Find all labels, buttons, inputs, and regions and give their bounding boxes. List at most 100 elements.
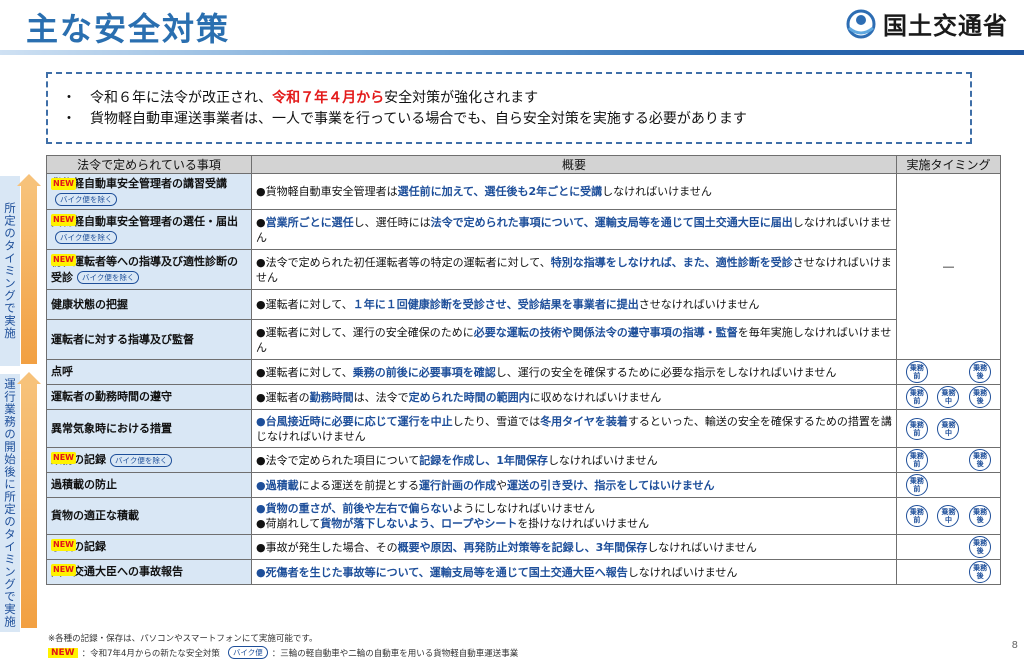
table-row: 異常気象時における措置 ●台風接近時に必要に応じて運行を中止したり、雪道では冬用タ… [46, 409, 1001, 448]
footnote-1: ※各種の記録・保存は、パソコンやスマートフォンにて実施可能です。 [48, 634, 318, 644]
body-text: ●貨物軽自動車安全管理者は [256, 185, 398, 198]
page-header: 主な安全対策 国土交通省 [0, 0, 1024, 58]
body-text: ●法令で定められた初任運転者等の特定の運転者に対して、 [256, 255, 551, 269]
badge-phase-text: 前 [913, 516, 921, 524]
ministry-name: 国土交通省 [883, 12, 1008, 40]
body-text: ●事故が発生した場合、その [256, 540, 398, 554]
item-label: 貨物の適正な積載 [51, 509, 139, 522]
item-cell: NEW 事故の記録 [46, 534, 252, 560]
table-row: NEW 貨物軽自動車安全管理者の講習受講バイク便を除く ●貨物軽自動車安全管理者は選… [46, 173, 1001, 360]
item-cell: NEW 貨物軽自動車安全管理者の講習受講バイク便を除く [46, 173, 252, 210]
body-text: しなければいけません [547, 453, 658, 467]
item-cell: NEW 業務の記録 バイク便を除く [46, 447, 252, 473]
summary-cell: ●死傷者を生じた事故等について、運輸支局等を通じて国土交通大臣へ報告しなければい… [251, 559, 897, 585]
item-cell: 異常気象時における措置 [46, 409, 252, 448]
bike-exclusion-badge: バイク便を除く [77, 271, 140, 284]
item-label: 過積載の防止 [51, 478, 117, 491]
badge-phase-text: 後 [976, 516, 984, 524]
badge-phase-text: 前 [913, 372, 921, 380]
bullet: ・ [62, 111, 76, 127]
item-label: 貨物軽自動車安全管理者の選任・届出 [51, 214, 238, 228]
summary-line-1: ・令和６年に法令が改正され、令和７年４月から安全対策が強化されます [62, 88, 970, 109]
body-text: ●運転者の [256, 390, 310, 404]
header-summary: 概要 [251, 155, 897, 174]
badge-phase-text: 後 [976, 547, 984, 555]
emphasis-text: 貨物が落下しないよう、ロープやシート [320, 517, 518, 530]
summary-cell: ●貨物の重さが、前後や左右で偏らないようにしなければいけません ●荷崩れして貨物が… [251, 497, 897, 535]
new-badge: NEW [51, 254, 76, 266]
emphasis-text: 概要や原因、再発防止対策等を記録し、3年間保存 [397, 540, 648, 554]
summary-text: 貨物軽自動車運送事業者は、一人で事業を行っている場合でも、自ら安全対策を実施する… [90, 111, 747, 127]
body-text: による運送を前提とする [298, 478, 419, 492]
badge-top-text: 乗務 [909, 420, 924, 429]
body-text: は、法令で [353, 390, 409, 404]
new-badge: NEW [51, 564, 76, 576]
badge-phase-text: 中 [944, 516, 952, 524]
emphasis-text: 法令で定められた事項について、運輸支局等を通じて国土交通大臣に届出 [430, 215, 793, 229]
badge-phase-text: 前 [913, 397, 921, 405]
badge-phase-text: 中 [944, 397, 952, 405]
new-badge: NEW [51, 539, 76, 551]
item-label: 点呼 [51, 365, 73, 378]
badge-top-text: 乗務 [973, 452, 988, 460]
table-row: NEW 事故の記録 ●事故が発生した場合、その概要や原因、再発防止対策等を記録し、3… [46, 534, 1001, 560]
table-row: 点呼 ●運転者に対して、乗務の前後に必要事項を確認し、運行の安全を確保するために必… [46, 359, 1001, 385]
summary-cell: ●法令で定められた項目について記録を作成し、1年間保存しなければいけません [251, 447, 897, 473]
timing-cell: 乗務後 [896, 559, 1001, 585]
timing-badges: 乗務前 [901, 474, 996, 496]
emphasis-text: １年に１回健康診断を受診させ、受診結果を事業者に提出 [352, 298, 639, 311]
emphasis-text: ●貨物の重さが、前後や左右で偏らない [256, 502, 453, 515]
item-cell: 点呼 [46, 359, 252, 385]
badge-top-text: 乗務 [941, 389, 956, 397]
badge-top-text: 乗務 [973, 539, 988, 547]
badge-top-text: 乗務 [909, 452, 924, 460]
body-text: に収めなければいけません [529, 390, 662, 404]
header-item: 法令で定められている事項 [46, 155, 252, 174]
new-legend-badge: NEW [48, 647, 78, 658]
table-row: 貨物の適正な積載 ●貨物の重さが、前後や左右で偏らないようにしなければいけません ●… [46, 497, 1001, 535]
timing-badge-icon: 乗務前 [905, 505, 928, 527]
body-text: ●運転者に対して、運行の安全確保のために [256, 325, 474, 339]
badge-top-text: 乗務 [973, 389, 988, 397]
timing-cell: 乗務前乗務中乗務後 [896, 384, 1001, 410]
body-text: ●運転者に対して、 [256, 365, 353, 379]
timing-badges: 乗務前乗務中乗務後 [901, 505, 996, 527]
summary-box: ・令和６年に法令が改正され、令和７年４月から安全対策が強化されます ・貨物軽自動… [46, 72, 972, 144]
item-label: 運転者の勤務時間の遵守 [51, 390, 172, 403]
mlit-logo-icon [846, 9, 876, 38]
item-label: 貨物軽自動車安全管理者の講習受講 [51, 176, 227, 190]
badge-phase-text: 中 [944, 428, 952, 437]
summary-cell: ●貨物軽自動車安全管理者は選任前に加えて、選任後も2年ごとに受講しなければいけま… [251, 173, 897, 210]
timing-badge-icon: 乗務前 [905, 417, 928, 440]
body-text: ●法令で定められた項目について [256, 453, 420, 467]
arrow-operation [17, 372, 41, 628]
summary-cell: ●営業所ごとに選任し、選任時には法令で定められた事項について、運輸支局等を通じて… [251, 209, 897, 250]
timing-spacer [906, 561, 928, 583]
summary-cell: ●法令で定められた初任運転者等の特定の運転者に対して、特別な指導をしなければ、ま… [251, 249, 897, 290]
bike-exclusion-badge: バイク便を除く [110, 453, 173, 467]
bullet: ・ [62, 90, 76, 106]
new-badge: NEW [51, 178, 76, 190]
badge-phase-text: 後 [976, 372, 984, 380]
emphasis-text: ●台風接近時に必要に応じて運行を中止 [256, 414, 453, 428]
footnote-2: NEW ：令和7年4月からの新たな安全対策 バイク便 ：三輪の軽自動車や二輪の自… [48, 646, 518, 659]
table-row: NEW 国土交通大臣への事故報告 ●死傷者を生じた事故等について、運輸支局等を通じて… [46, 559, 1001, 585]
timing-spacer [937, 536, 959, 558]
emphasis-text: 記録を作成し、1年間保存 [419, 453, 548, 467]
timing-cell: 乗務前乗務中乗務後 [896, 497, 1001, 535]
safety-measures-table: 法令で定められている事項 概要 実施タイミング NEW 貨物軽自動車安全管理者の講… [46, 155, 1001, 585]
badge-phase-text: 後 [976, 397, 984, 405]
timing-badge-icon: 乗務前 [905, 449, 928, 471]
summary-line-2: ・貨物軽自動車運送事業者は、一人で事業を行っている場合でも、自ら安全対策を実施す… [62, 109, 970, 130]
emphasis-text: 乗務の前後に必要事項を確認 [352, 365, 496, 379]
item-label: 運転者に対する指導及び監督 [51, 332, 194, 346]
badge-top-text: 乗務 [909, 364, 924, 372]
timing-cell: 乗務後 [896, 534, 1001, 560]
new-legend-text: ：令和7年4月からの新たな安全対策 [81, 648, 220, 659]
item-cell: 運転者の勤務時間の遵守 [46, 384, 252, 410]
summary-cell: ●運転者の勤務時間は、法令で定められた時間の範囲内に収めなければいけません [251, 384, 897, 410]
body-text: し、運行の安全を確保するために必要な指示をしなければいけません [495, 365, 837, 379]
item-cell: 過積載の防止 [46, 472, 252, 498]
item-cell: NEW 国土交通大臣への事故報告 [46, 559, 252, 585]
emphasis-text: 定められた時間の範囲内 [408, 390, 530, 404]
